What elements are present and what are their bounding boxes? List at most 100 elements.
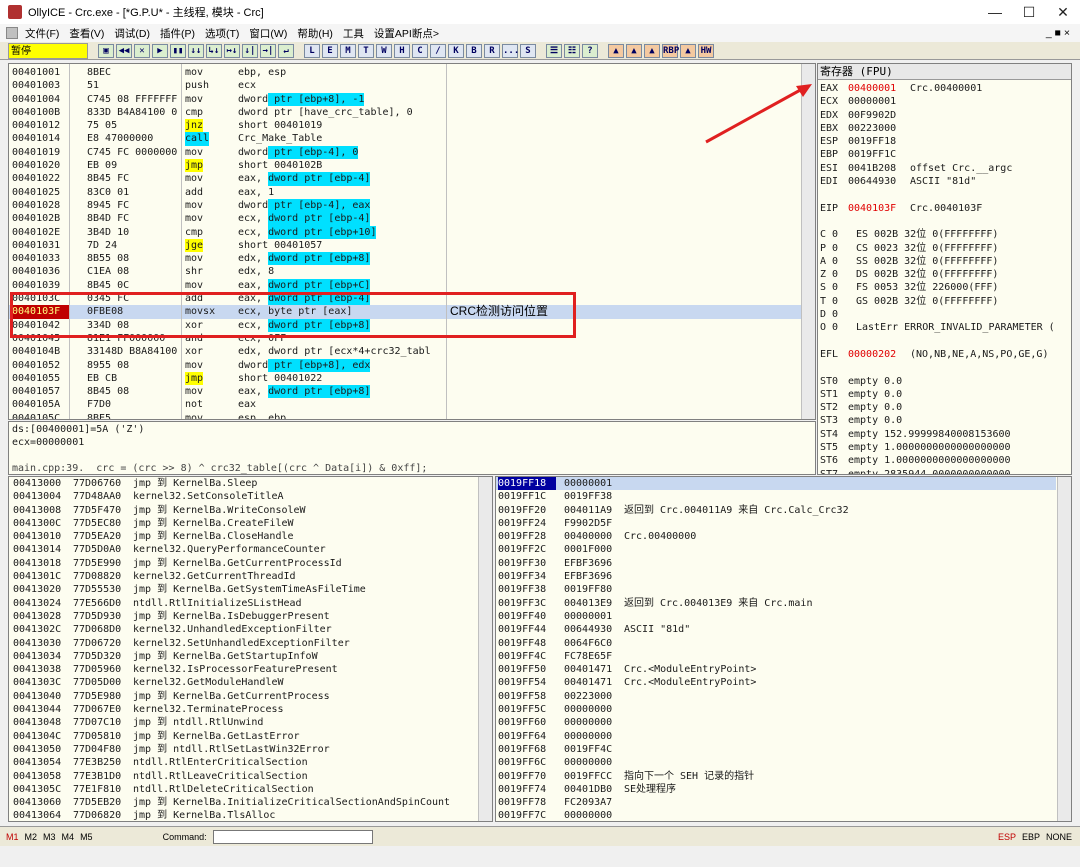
toolbar-button[interactable]: M bbox=[340, 43, 356, 58]
disassembly-pane[interactable]: 00401001 8BEC mov ebp, esp 00401003 51 push ecx… bbox=[8, 63, 816, 420]
close-button[interactable]: ✕ bbox=[1046, 0, 1080, 24]
register-value[interactable]: empty 2835944.0000000000000 bbox=[848, 468, 1011, 474]
dump-scrollbar[interactable] bbox=[478, 477, 492, 821]
disasm-row[interactable]: 00401012 75 05 jnz short 00401019 bbox=[9, 119, 803, 133]
register-value[interactable]: empty 152.99999840008153600 bbox=[848, 428, 1011, 441]
menu-item[interactable]: 文件(F) bbox=[25, 26, 59, 41]
dump-row[interactable]: 00413050 77D04F80 jmp 到 ntdll.RtlSetLastWi… bbox=[11, 743, 481, 756]
disasm-row[interactable]: 00401003 51 push ecx bbox=[9, 79, 803, 92]
dump-row[interactable]: 00413034 77D5D320 jmp 到 KernelBa.GetStartu… bbox=[11, 650, 481, 663]
disasm-row[interactable]: 00401039 8B45 0C mov eax, dword ptr [ebp+C] bbox=[9, 278, 803, 293]
menu-item[interactable]: 插件(P) bbox=[160, 26, 195, 41]
stack-row[interactable]: 0019FF24 F9902D5F bbox=[496, 517, 1056, 530]
toolbar-button[interactable]: ↓| bbox=[242, 43, 258, 58]
stack-row[interactable]: 0019FF74 00401DB0 SE处理程序 bbox=[496, 783, 1056, 796]
stack-row[interactable]: 0019FF18 00000001 bbox=[496, 477, 1056, 491]
menu-item[interactable]: 工具 bbox=[343, 26, 364, 41]
maximize-button[interactable]: ☐ bbox=[1012, 0, 1046, 24]
stack-row[interactable]: 0019FF38 0019FF80 bbox=[496, 583, 1056, 596]
toolbar-button[interactable]: ↵ bbox=[278, 43, 294, 58]
toolbar-button[interactable]: ↦↓ bbox=[224, 43, 240, 58]
disasm-row[interactable]: 0040105A F7D0 not eax bbox=[9, 398, 803, 411]
dump-row[interactable]: 00413018 77D5E990 jmp 到 KernelBa.GetCurren… bbox=[11, 557, 481, 570]
toolbar-button[interactable]: →| bbox=[260, 43, 276, 58]
stack-row[interactable]: 0019FF5C 00000000 bbox=[496, 703, 1056, 716]
toolbar-button[interactable]: RBP bbox=[662, 43, 679, 58]
disasm-row[interactable]: 00401025 83C0 01 add eax, 1 bbox=[9, 186, 803, 199]
register-value[interactable]: 00F9902D bbox=[848, 109, 896, 122]
register-value[interactable]: empty 0.0 bbox=[848, 375, 902, 388]
toolbar-button[interactable]: C bbox=[412, 43, 428, 58]
stack-row[interactable]: 0019FF58 00223000 bbox=[496, 690, 1056, 703]
register-value[interactable]: 00223000 bbox=[848, 122, 896, 135]
register-value[interactable]: GS 002B 32位 0(FFFFFFFF) bbox=[856, 295, 998, 308]
disasm-row[interactable]: 00401028 8945 FC mov dword ptr [ebp-4], eax bbox=[9, 198, 803, 213]
dump-row[interactable]: 00413064 77D06820 jmp 到 KernelBa.TlsAlloc bbox=[11, 809, 481, 821]
toolbar-button[interactable]: H bbox=[394, 43, 410, 58]
toolbar-button[interactable]: ◀◀ bbox=[116, 43, 132, 58]
dump-row[interactable]: 0041302C 77D068D0 kernel32.UnhandledExcept… bbox=[11, 623, 481, 636]
disasm-row[interactable]: 0040104B 33148D B8A84100 xor edx, dword ptr… bbox=[9, 345, 803, 358]
dump-row[interactable]: 00413028 77D5D930 jmp 到 KernelBa.IsDebugge… bbox=[11, 610, 481, 623]
disasm-row[interactable]: 00401033 8B55 08 mov edx, dword ptr [ebp+8] bbox=[9, 252, 803, 266]
disasm-row[interactable]: 00401004 C745 08 FFFFFFF mov dword ptr [ebp… bbox=[9, 92, 803, 106]
register-value[interactable]: empty 0.0 bbox=[848, 388, 902, 401]
register-value[interactable]: LastErr ERROR_INVALID_PARAMETER ( bbox=[856, 321, 1055, 334]
dump-row[interactable]: 00413058 77E3B1D0 ntdll.RtlLeaveCriticalSe… bbox=[11, 770, 481, 783]
dump-row[interactable]: 00413038 77D05960 kernel32.IsProcessorFeat… bbox=[11, 663, 481, 676]
disasm-row[interactable]: 00401022 8B45 FC mov eax, dword ptr [ebp-4] bbox=[9, 172, 803, 186]
toolbar-button[interactable]: ▲ bbox=[626, 43, 642, 58]
stack-row[interactable]: 0019FF6C 00000000 bbox=[496, 756, 1056, 769]
disasm-row[interactable]: 00401019 C745 FC 0000000 mov dword ptr [ebp… bbox=[9, 145, 803, 160]
stack-row[interactable]: 0019FF60 00000000 bbox=[496, 716, 1056, 729]
stack-pane[interactable]: 0019FF18 00000001 0019FF1C 0019FF38 0019FF20… bbox=[495, 476, 1072, 822]
stack-row[interactable]: 0019FF68 0019FF4C bbox=[496, 743, 1056, 756]
toolbar-button[interactable]: / bbox=[430, 43, 446, 58]
menu-item[interactable]: 调试(D) bbox=[114, 26, 150, 41]
disasm-row[interactable]: 00401055 EB CB jmp short 00401022 bbox=[9, 371, 803, 386]
disasm-row[interactable]: 00401057 8B45 08 mov eax, dword ptr [ebp+8] bbox=[9, 385, 803, 399]
menu-item[interactable]: 查看(V) bbox=[69, 26, 104, 41]
toolbar-button[interactable]: ▲ bbox=[608, 43, 624, 58]
disasm-row[interactable]: 00401014 E8 47000000 call Crc_Make_Table bbox=[9, 132, 803, 146]
toolbar-button[interactable]: ▮▮ bbox=[170, 43, 186, 58]
stack-row[interactable]: 0019FF2C 0001F000 bbox=[496, 543, 1056, 556]
stack-row[interactable]: 0019FF30 EFBF3696 bbox=[496, 557, 1056, 570]
toolbar-button[interactable]: ▶ bbox=[152, 43, 168, 58]
dump-row[interactable]: 00413048 77D07C10 jmp 到 ntdll.RtlUnwind bbox=[11, 716, 481, 729]
dump-row[interactable]: 00413024 77E566D0 ntdll.RtlInitializeSList… bbox=[11, 597, 481, 610]
toolbar-button[interactable]: S bbox=[520, 43, 536, 58]
menu-item[interactable]: 选项(T) bbox=[205, 26, 239, 41]
menu-item[interactable]: 设置API断点> bbox=[374, 26, 439, 41]
disasm-row[interactable]: 00401001 8BEC mov ebp, esp bbox=[9, 66, 803, 79]
register-value[interactable]: 00000001 bbox=[848, 95, 896, 108]
stack-row[interactable]: 0019FF70 0019FFCC 指向下一个 SEH 记录的指针 bbox=[496, 770, 1056, 783]
register-value[interactable]: ES 002B 32位 0(FFFFFFFF) bbox=[856, 228, 998, 241]
register-value[interactable]: SS 002B 32位 0(FFFFFFFF) bbox=[856, 255, 998, 268]
disasm-row[interactable]: 0040102B 8B4D FC mov ecx, dword ptr [ebp-4] bbox=[9, 212, 803, 226]
dump-row[interactable]: 0041305C 77E1F810 ntdll.RtlDeleteCriticalS… bbox=[11, 783, 481, 796]
stack-row[interactable]: 0019FF1C 0019FF38 bbox=[496, 490, 1056, 503]
stack-row[interactable]: 0019FF4C FC78E65F bbox=[496, 650, 1056, 663]
stack-row[interactable]: 0019FF64 00000000 bbox=[496, 730, 1056, 743]
dump-row[interactable]: 00413044 77D067E0 kernel32.TerminateProces… bbox=[11, 703, 481, 716]
stack-row[interactable]: 0019FF78 FC2093A7 bbox=[496, 796, 1056, 809]
menu-item[interactable]: 帮助(H) bbox=[297, 26, 333, 41]
memory-tab[interactable]: M5 bbox=[80, 832, 93, 842]
register-value[interactable]: 0019FF18 bbox=[848, 135, 896, 148]
dump-pane[interactable]: 00413000 77D06760 jmp 到 KernelBa.Sleep 0041… bbox=[8, 476, 493, 822]
register-value[interactable]: 00644930 bbox=[848, 175, 896, 188]
disasm-row[interactable]: 00401020 EB 09 jmp short 0040102B bbox=[9, 159, 803, 173]
disasm-row[interactable]: 0040102E 3B4D 10 cmp ecx, dword ptr [ebp+10… bbox=[9, 225, 803, 239]
toolbar-button[interactable]: ... bbox=[502, 43, 519, 58]
toolbar-button[interactable]: ▣ bbox=[98, 43, 114, 58]
toolbar-button[interactable]: L bbox=[304, 43, 320, 58]
dump-row[interactable]: 00413060 77D5EB20 jmp 到 KernelBa.Initializ… bbox=[11, 796, 481, 809]
stack-row[interactable]: 0019FF34 EFBF3696 bbox=[496, 570, 1056, 583]
dump-row[interactable]: 0041301C 77D08820 kernel32.GetCurrentThrea… bbox=[11, 570, 481, 583]
toolbar-button[interactable]: ? bbox=[582, 43, 598, 58]
register-value[interactable]: 00400001 bbox=[848, 82, 896, 95]
register-value[interactable]: 0041B208 bbox=[848, 162, 896, 175]
dump-row[interactable]: 00413054 77E3B250 ntdll.RtlEnterCriticalSe… bbox=[11, 756, 481, 769]
dump-row[interactable]: 00413030 77D06720 kernel32.SetUnhandledExc… bbox=[11, 637, 481, 650]
